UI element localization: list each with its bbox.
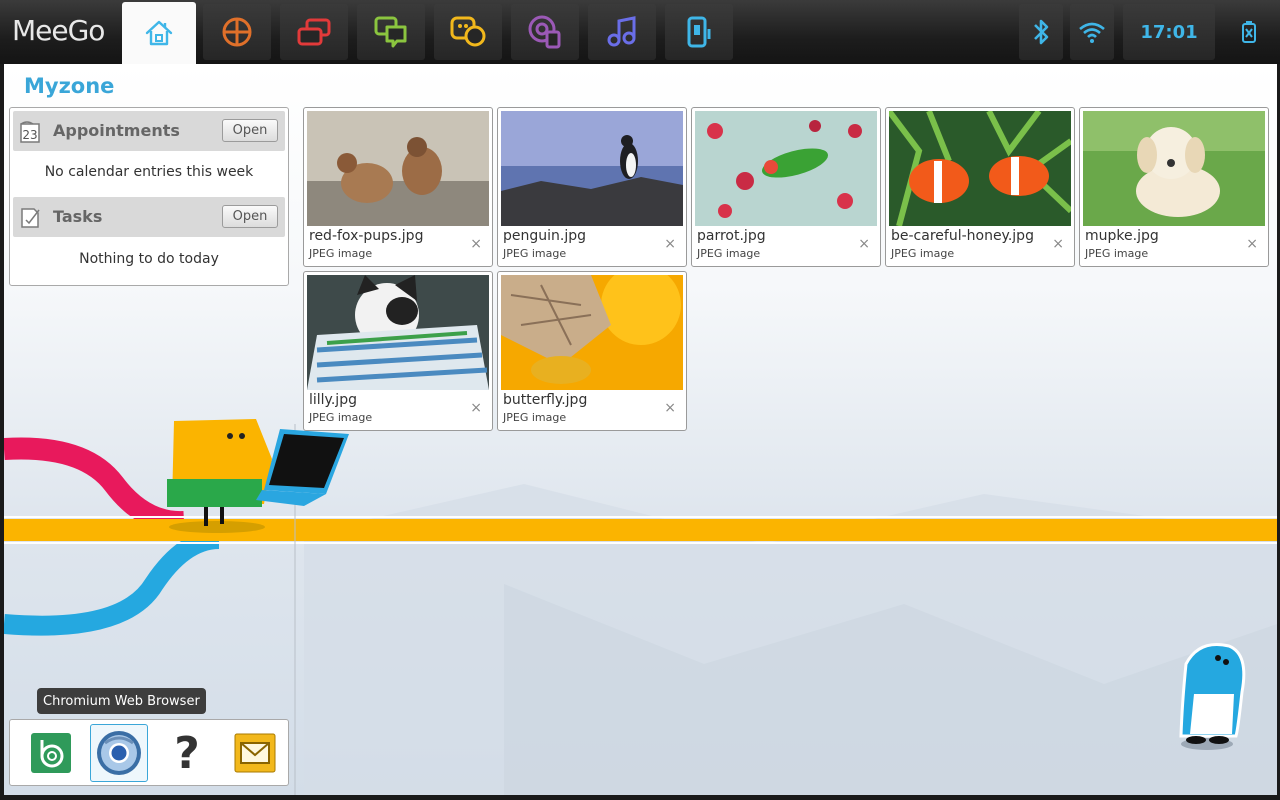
- close-icon[interactable]: ×: [1052, 236, 1064, 252]
- meego-logo: MeeGo: [12, 14, 105, 47]
- zone-devices[interactable]: [665, 4, 733, 60]
- bluetooth-button[interactable]: [1019, 4, 1063, 60]
- wifi-icon: [1079, 22, 1105, 43]
- file-name: parrot.jpg: [697, 228, 766, 244]
- close-icon[interactable]: ×: [1246, 236, 1258, 252]
- bluetooth-icon: [1034, 19, 1049, 45]
- file-name: be-careful-honey.jpg: [891, 228, 1034, 244]
- launcher-chromium[interactable]: [90, 724, 148, 782]
- file-tile[interactable]: red-fox-pups.jpg JPEG image ×: [303, 107, 493, 267]
- launcher-email[interactable]: [226, 724, 284, 782]
- file-type: JPEG image: [697, 247, 761, 260]
- mail-icon: [234, 733, 276, 773]
- page-title: Myzone: [24, 74, 115, 98]
- b-app-icon: [31, 733, 71, 773]
- tasks-header: Tasks Open: [13, 197, 285, 237]
- calendar-day: 23: [22, 128, 37, 142]
- appointments-open-button[interactable]: Open: [222, 119, 278, 142]
- appointments-header: 23 Appointments Open: [13, 111, 285, 151]
- photo-thumbnail: [889, 111, 1071, 226]
- file-tile[interactable]: be-careful-honey.jpg JPEG image ×: [885, 107, 1075, 267]
- file-tile[interactable]: parrot.jpg JPEG image ×: [691, 107, 881, 267]
- panels-sidebar: 23 Appointments Open No calendar entries…: [9, 107, 289, 286]
- zone-status[interactable]: [357, 4, 425, 60]
- launcher-tooltip: Chromium Web Browser: [37, 688, 206, 714]
- photo-thumbnail: [501, 111, 683, 226]
- myzone-panel: Myzone 23 Appointments Open No calendar …: [4, 64, 1277, 795]
- file-name: mupke.jpg: [1085, 228, 1159, 244]
- clock: 17:01: [1140, 21, 1198, 43]
- zone-myzone[interactable]: [122, 2, 196, 64]
- battery-icon: [1242, 21, 1256, 43]
- file-type: JPEG image: [309, 411, 373, 424]
- file-tile[interactable]: butterfly.jpg JPEG image ×: [497, 271, 687, 431]
- file-type: JPEG image: [309, 247, 373, 260]
- file-type: JPEG image: [1085, 247, 1149, 260]
- photo-thumbnail: [307, 111, 489, 226]
- zone-media[interactable]: [588, 4, 656, 60]
- apps-grid-icon: [222, 17, 252, 47]
- photo-thumbnail: [1083, 111, 1265, 226]
- tasks-icon: [21, 208, 40, 228]
- file-type: JPEG image: [503, 411, 567, 424]
- appointments-title: Appointments: [53, 121, 180, 140]
- photo-thumbnail: [501, 275, 683, 390]
- file-tile[interactable]: mupke.jpg JPEG image ×: [1079, 107, 1269, 267]
- close-icon[interactable]: ×: [664, 236, 676, 252]
- file-type: JPEG image: [503, 247, 567, 260]
- tasks-title: Tasks: [53, 207, 103, 226]
- internet-icon: [528, 15, 561, 49]
- home-icon: [145, 20, 173, 46]
- battery-button[interactable]: [1226, 4, 1272, 60]
- close-icon[interactable]: ×: [470, 400, 482, 416]
- chat-bubbles-icon: [374, 16, 407, 48]
- windows-icon: [297, 18, 331, 46]
- photo-thumbnail: [307, 275, 489, 390]
- top-panel: MeeGo 17:01: [0, 0, 1280, 64]
- zone-people[interactable]: [434, 4, 502, 60]
- wifi-button[interactable]: [1070, 4, 1114, 60]
- tasks-message: Nothing to do today: [79, 251, 219, 267]
- clock-button[interactable]: 17:01: [1123, 4, 1215, 60]
- favorite-apps-launcher: ?: [9, 719, 289, 786]
- photo-thumbnail: [695, 111, 877, 226]
- zone-applications[interactable]: [203, 4, 271, 60]
- file-tile[interactable]: penguin.jpg JPEG image ×: [497, 107, 687, 267]
- close-icon[interactable]: ×: [664, 400, 676, 416]
- zone-windows[interactable]: [280, 4, 348, 60]
- launcher-app-b[interactable]: [22, 724, 80, 782]
- calendar-icon: 23: [20, 121, 40, 143]
- device-icon: [687, 16, 711, 48]
- close-icon[interactable]: ×: [858, 236, 870, 252]
- appointments-message: No calendar entries this week: [44, 164, 254, 180]
- close-icon[interactable]: ×: [470, 236, 482, 252]
- file-name: butterfly.jpg: [503, 392, 588, 408]
- file-type: JPEG image: [891, 247, 955, 260]
- music-note-icon: [607, 16, 636, 47]
- chromium-icon: [97, 731, 141, 775]
- launcher-help[interactable]: ?: [158, 724, 216, 782]
- file-name: lilly.jpg: [309, 392, 357, 408]
- people-icon: [450, 16, 486, 47]
- file-name: penguin.jpg: [503, 228, 587, 244]
- tasks-open-button[interactable]: Open: [222, 205, 278, 228]
- file-tile[interactable]: lilly.jpg JPEG image ×: [303, 271, 493, 431]
- question-icon: ?: [174, 727, 200, 779]
- file-name: red-fox-pups.jpg: [309, 228, 424, 244]
- zone-internet[interactable]: [511, 4, 579, 60]
